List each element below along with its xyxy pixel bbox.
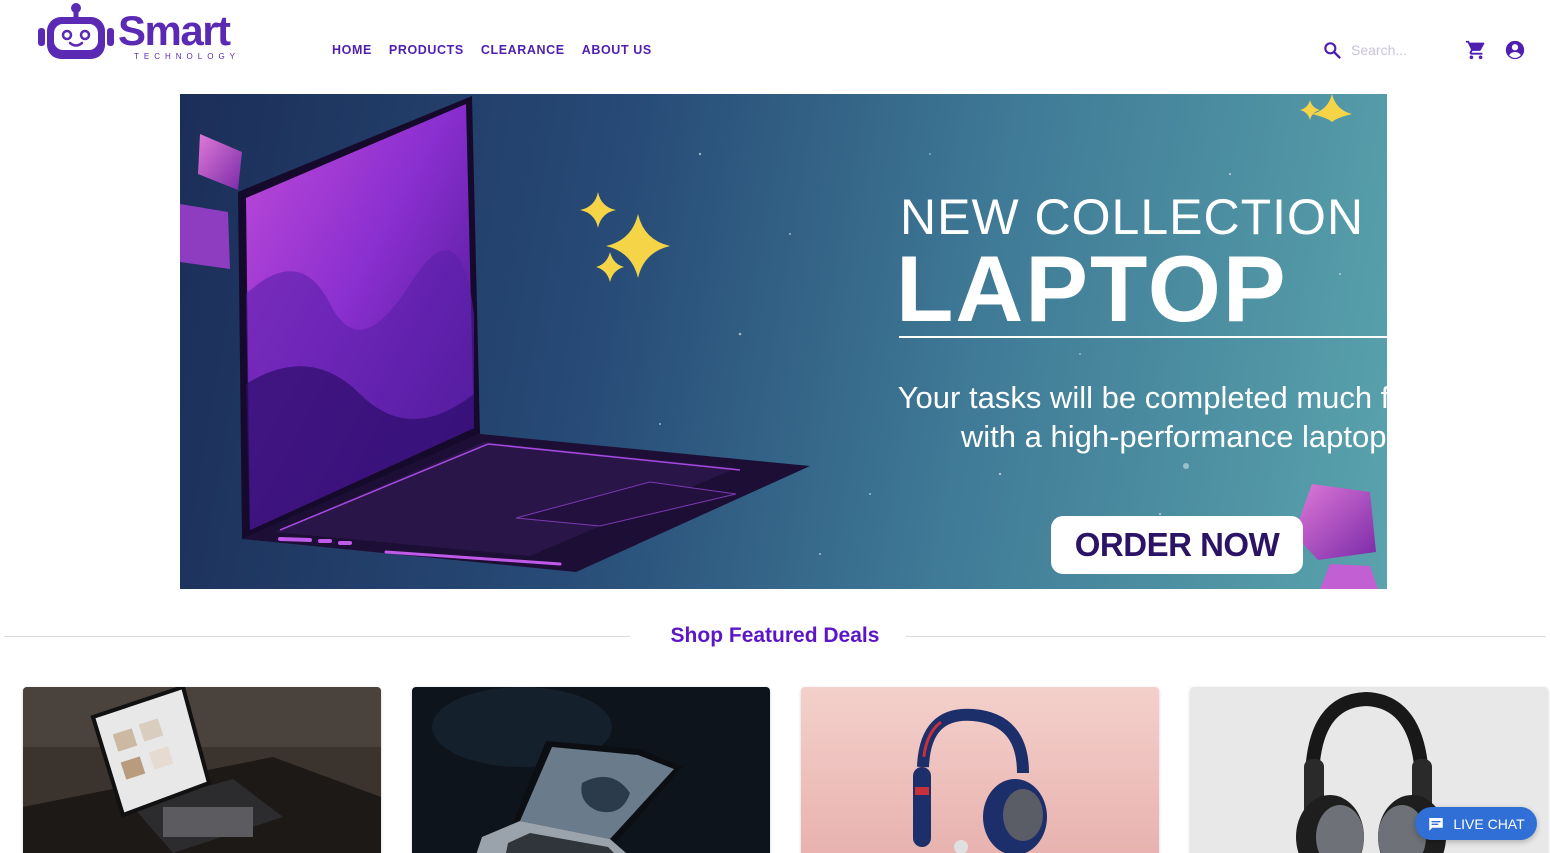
nav-item-about-us[interactable]: ABOUT US [582,43,652,57]
banner-title: LAPTOP [896,236,1288,341]
banner-headline: NEW COLLECTION [900,189,1365,245]
robot-logo-icon [38,3,114,59]
search-icon[interactable] [1322,40,1342,60]
nav-item-clearance[interactable]: CLEARANCE [481,43,565,57]
featured-card-laptop[interactable] [412,687,770,853]
tablet-keyboard-image [23,687,381,853]
featured-section-title: Shop Featured Deals [670,624,880,647]
banner-subtitle-line-2: with a high-performance laptop. [960,419,1387,454]
account-circle-icon[interactable] [1504,39,1526,61]
banner-divider [899,336,1387,338]
live-chat-button[interactable]: LIVE CHAT [1415,807,1537,840]
brand-tagline: TECHNOLOGY [134,52,241,61]
banner-subtitle: Your tasks will be completed much faster… [820,378,1387,456]
banner-subtitle-line-1: Your tasks will be completed much faster [897,380,1387,415]
shopping-cart-icon[interactable] [1465,39,1487,61]
featured-card-tablet[interactable] [23,687,381,853]
live-chat-label: LIVE CHAT [1453,815,1525,832]
hero-banner[interactable]: NEW COLLECTION LAPTOP Your tasks will be… [180,94,1387,589]
featured-divider-right [906,636,1546,637]
order-now-button[interactable]: ORDER NOW [1051,516,1303,574]
laptop-dark-image [412,687,770,853]
brand-logo[interactable]: Smart TECHNOLOGY [38,2,258,64]
search-input[interactable] [1351,42,1431,58]
main-nav: HOME PRODUCTS CLEARANCE ABOUT US [332,43,652,57]
nav-item-products[interactable]: PRODUCTS [389,43,464,57]
headphones-blue-red-image [801,687,1159,853]
chat-bubble-icon [1429,817,1444,831]
featured-divider-left [4,636,630,637]
featured-card-headphones-blue[interactable] [801,687,1159,853]
search-box [1322,38,1442,62]
nav-item-home[interactable]: HOME [332,43,372,57]
banner-artwork [180,94,1378,589]
site-header: Smart TECHNOLOGY HOME PRODUCTS CLEARANCE… [0,0,1550,94]
brand-name: Smart [118,7,231,54]
